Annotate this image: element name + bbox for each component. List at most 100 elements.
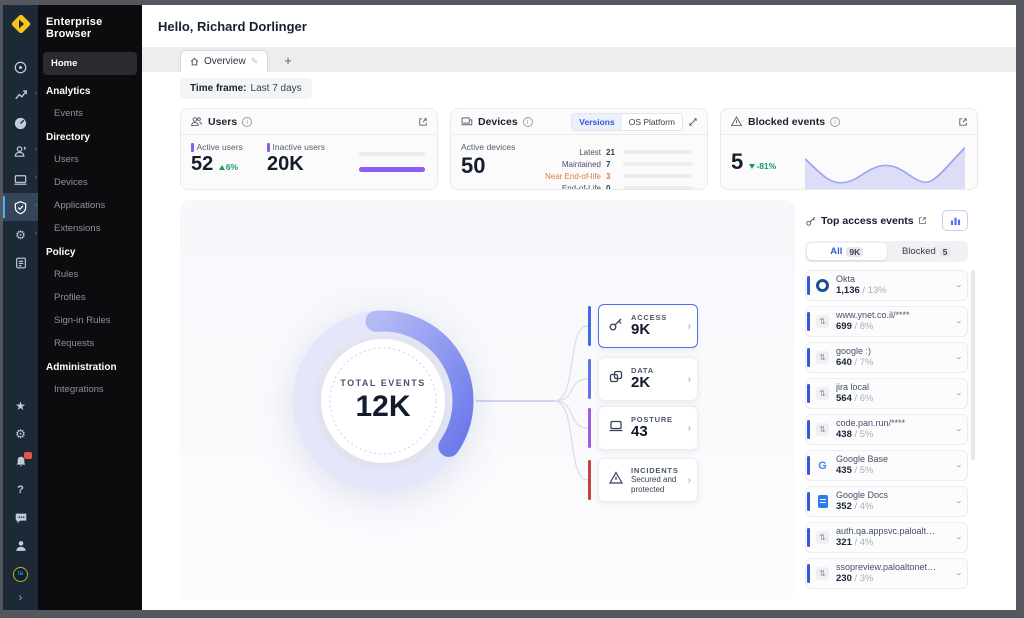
- branch-card-posture[interactable]: POSTURE43›: [598, 406, 698, 450]
- branch-card-data[interactable]: DATA2K›: [598, 357, 698, 401]
- data-icon: [608, 369, 624, 390]
- device-icon[interactable]: ›: [3, 165, 38, 193]
- person-icon[interactable]: [3, 532, 38, 560]
- sidebar-item-profiles[interactable]: Profiles: [38, 286, 142, 309]
- sidebar-section-policy[interactable]: Policy: [38, 240, 142, 263]
- info-icon[interactable]: [523, 117, 533, 127]
- gear-icon[interactable]: ⚙ ›: [3, 221, 38, 249]
- access-event-name: auth.qa.appsvc.paloaltonetwo...: [836, 526, 940, 537]
- collapse-rail-icon[interactable]: ›: [19, 592, 23, 604]
- external-link-icon[interactable]: [958, 117, 968, 127]
- chevron-down-icon[interactable]: ›: [955, 392, 965, 395]
- chart-view-button[interactable]: [942, 210, 968, 231]
- sidebar-item-applications[interactable]: Applications: [38, 194, 142, 217]
- brand-logo-icon[interactable]: [10, 13, 32, 35]
- sidebar-item-home[interactable]: Home: [43, 52, 137, 75]
- branch-value: 9K: [631, 322, 667, 339]
- sidebar-item-rules[interactable]: Rules: [38, 263, 142, 286]
- chevron-right-icon: ›: [35, 174, 37, 181]
- device-row-bar: [623, 186, 693, 190]
- chevron-down-icon[interactable]: ›: [955, 356, 965, 359]
- icon-rail: › › › › ⚙ › ★ ⚙ ?: [3, 5, 38, 610]
- sidebar-section-analytics[interactable]: Analytics: [38, 79, 142, 102]
- chevron-down-icon[interactable]: ›: [955, 284, 965, 287]
- chat-icon[interactable]: [3, 504, 38, 532]
- user-alert-icon[interactable]: ›: [3, 137, 38, 165]
- sidebar-item-events[interactable]: Events: [38, 102, 142, 125]
- inactive-users-label: Inactive users: [267, 142, 341, 152]
- users-icon: [190, 115, 203, 128]
- sidebar-item-sign-in-rules[interactable]: Sign-in Rules: [38, 309, 142, 332]
- access-event-row[interactable]: ⇅ssopreview.paloaltonetworks....230 / 3%…: [805, 558, 968, 589]
- branch-card-incidents[interactable]: INCIDENTSSecured and protected›: [598, 458, 698, 502]
- tab-all[interactable]: All 9K: [807, 243, 887, 260]
- access-event-row[interactable]: ⇅google :)640 / 7%›: [805, 342, 968, 373]
- access-event-row[interactable]: Google Docs352 / 4%›: [805, 486, 968, 517]
- sidebar-item-devices[interactable]: Devices: [38, 171, 142, 194]
- access-event-row[interactable]: ⇅code.pan.run/****438 / 5%›: [805, 414, 968, 445]
- sidebar-item-extensions[interactable]: Extensions: [38, 217, 142, 240]
- stat-cards-row: Users Active users 52 6% Inactive users …: [180, 108, 998, 190]
- tab-overview[interactable]: Overview ✎: [180, 50, 268, 72]
- chevron-down-icon[interactable]: ›: [955, 536, 965, 539]
- star-icon[interactable]: ★: [3, 392, 38, 420]
- chevron-down-icon[interactable]: ›: [955, 572, 965, 575]
- notes-icon[interactable]: [3, 249, 38, 277]
- sidebar-section-administration[interactable]: Administration: [38, 355, 142, 378]
- access-event-name: code.pan.run/****: [836, 418, 905, 429]
- devices-icon: [460, 115, 473, 128]
- active-devices-label: Active devices: [461, 142, 523, 152]
- settings-icon[interactable]: ⚙: [3, 420, 38, 448]
- info-icon[interactable]: [242, 117, 252, 127]
- toggle-versions[interactable]: Versions: [572, 114, 621, 130]
- access-event-name: google :): [836, 346, 874, 357]
- external-link-icon[interactable]: [418, 117, 428, 127]
- chevron-down-icon[interactable]: ›: [955, 500, 965, 503]
- gauge-icon[interactable]: [3, 109, 38, 137]
- trend-icon[interactable]: ›: [3, 81, 38, 109]
- sidebar-item-integrations[interactable]: Integrations: [38, 378, 142, 401]
- access-event-row[interactable]: GGoogle Base435 / 5%›: [805, 450, 968, 481]
- chevron-down-icon[interactable]: ›: [955, 464, 965, 467]
- access-event-row[interactable]: ⇅www.ynet.co.il/****699 / 8%›: [805, 306, 968, 337]
- shield-check-icon[interactable]: ›: [3, 193, 38, 221]
- device-row-bar: [623, 162, 693, 166]
- total-events-donut[interactable]: TOTAL EVENTS 12K: [283, 301, 483, 501]
- access-event-row[interactable]: ⇅auth.qa.appsvc.paloaltonetwo...321 / 4%…: [805, 522, 968, 553]
- active-devices-value: 50: [461, 152, 523, 180]
- info-icon[interactable]: [830, 117, 840, 127]
- chevron-down-icon[interactable]: ›: [955, 320, 965, 323]
- bell-icon[interactable]: [3, 448, 38, 476]
- access-event-value: 352 / 4%: [836, 501, 888, 513]
- device-row-value: 21: [606, 148, 618, 157]
- sidebar-item-users[interactable]: Users: [38, 148, 142, 171]
- toggle-os-platform[interactable]: OS Platform: [622, 114, 682, 130]
- blocked-count-badge: 5: [940, 247, 951, 257]
- external-link-icon[interactable]: [918, 216, 927, 225]
- timeframe-chip[interactable]: Time frame: Last 7 days: [180, 78, 312, 99]
- access-event-row[interactable]: Okta1,136 / 13%›: [805, 270, 968, 301]
- greeting-title: Hello, Richard Dorlinger: [158, 19, 1016, 34]
- donut-value: 12K: [355, 390, 410, 424]
- chevron-down-icon[interactable]: ›: [955, 428, 965, 431]
- inactive-users-stat: Inactive users 20K: [267, 142, 341, 177]
- sidebar-section-directory[interactable]: Directory: [38, 125, 142, 148]
- branch-card-access[interactable]: ACCESS9K›: [598, 304, 698, 348]
- add-tab-button[interactable]: +: [280, 53, 296, 72]
- scrollbar-thumb[interactable]: [971, 270, 975, 460]
- help-icon[interactable]: ?: [3, 476, 38, 504]
- access-event-name: Google Base: [836, 454, 888, 465]
- access-event-row[interactable]: ⇅jira local564 / 6%›: [805, 378, 968, 409]
- edit-tab-icon[interactable]: ✎: [251, 56, 259, 67]
- branch-value: 2K: [631, 375, 654, 392]
- sidebar-item-requests[interactable]: Requests: [38, 332, 142, 355]
- canvas-row: TOTAL EVENTS 12K ACCESS9K› DATA2K› POSTURE…: [180, 200, 998, 600]
- avatar[interactable]: ta: [3, 560, 38, 588]
- radar-icon[interactable]: [3, 53, 38, 81]
- generic-favicon-icon: ⇅: [815, 351, 830, 364]
- generic-favicon-icon: ⇅: [815, 531, 830, 544]
- tab-blocked[interactable]: Blocked 5: [887, 243, 967, 260]
- external-link-icon[interactable]: [688, 117, 698, 127]
- branch-note: Secured and protected: [631, 475, 681, 494]
- chevron-right-icon: ›: [35, 146, 37, 153]
